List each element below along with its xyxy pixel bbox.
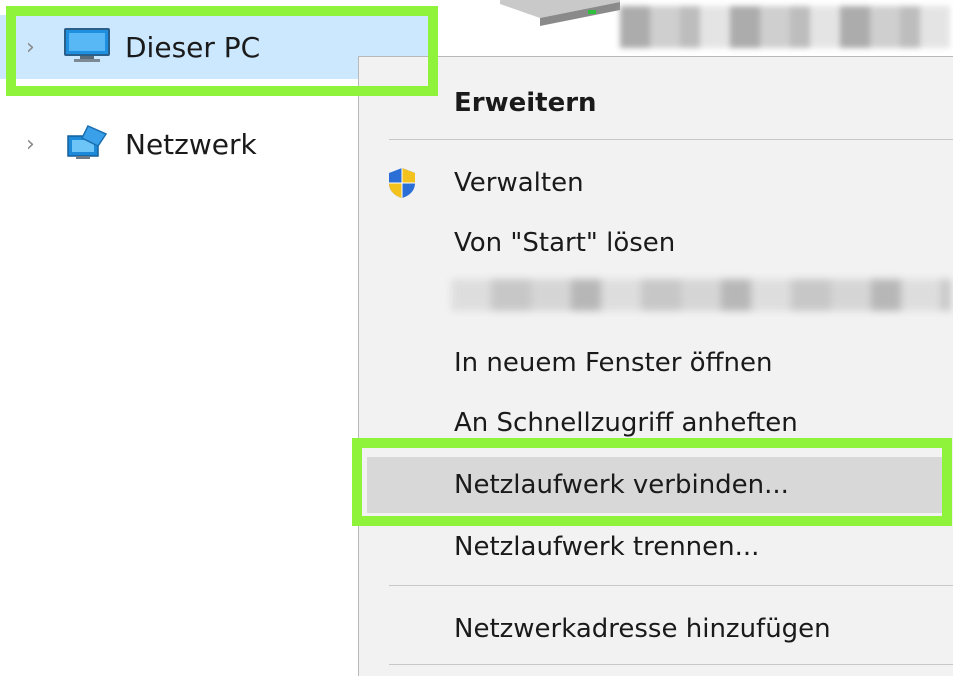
menu-item-label: In neuem Fenster öffnen: [454, 348, 773, 378]
chevron-right-icon[interactable]: ›: [26, 132, 35, 157]
nav-item-label: Netzwerk: [125, 127, 257, 161]
drive-icon: [500, 0, 620, 26]
menu-item-verwalten[interactable]: Verwalten: [359, 155, 953, 211]
menu-item-label: Verwalten: [454, 168, 584, 198]
network-icon: [62, 122, 112, 166]
menu-item-netzwerkadresse-hinzufuegen[interactable]: Netzwerkadresse hinzufügen: [359, 601, 953, 657]
menu-separator: [389, 139, 953, 140]
context-menu: Erweitern Verwalten Von "Start" lösen In…: [358, 56, 953, 676]
menu-item-label: Netzwerkadresse hinzufügen: [454, 614, 831, 644]
menu-item-label: Netzlaufwerk trennen...: [454, 532, 760, 562]
menu-item-label: Von "Start" lösen: [454, 228, 676, 258]
nav-item-label: Dieser PC: [125, 30, 261, 64]
menu-item-an-schnellzugriff-anheften[interactable]: An Schnellzugriff anheften: [359, 395, 953, 451]
menu-item-netzlaufwerk-trennen[interactable]: Netzlaufwerk trennen...: [359, 519, 953, 575]
menu-item-netzlaufwerk-verbinden[interactable]: Netzlaufwerk verbinden...: [367, 457, 952, 513]
drive-row-blurred: [440, 0, 953, 52]
uac-shield-icon: [387, 167, 417, 203]
navigation-pane: › Dieser PC › Netzwerk: [0, 0, 430, 675]
menu-item-label: An Schnellzugriff anheften: [454, 408, 798, 438]
menu-item-in-neuem-fenster-oeffnen[interactable]: In neuem Fenster öffnen: [359, 335, 953, 391]
menu-item-von-start-loesen[interactable]: Von "Start" lösen: [359, 215, 953, 271]
menu-item-label: Erweitern: [454, 88, 597, 118]
menu-separator: [389, 664, 953, 665]
blurred-drive-label: [620, 6, 950, 48]
menu-separator: [389, 585, 953, 586]
menu-item-label: Netzlaufwerk verbinden...: [454, 470, 789, 500]
computer-icon: [62, 27, 112, 67]
chevron-right-icon[interactable]: ›: [26, 35, 35, 60]
menu-item-erweitern[interactable]: Erweitern: [359, 75, 953, 131]
blurred-menu-item: [451, 279, 951, 311]
